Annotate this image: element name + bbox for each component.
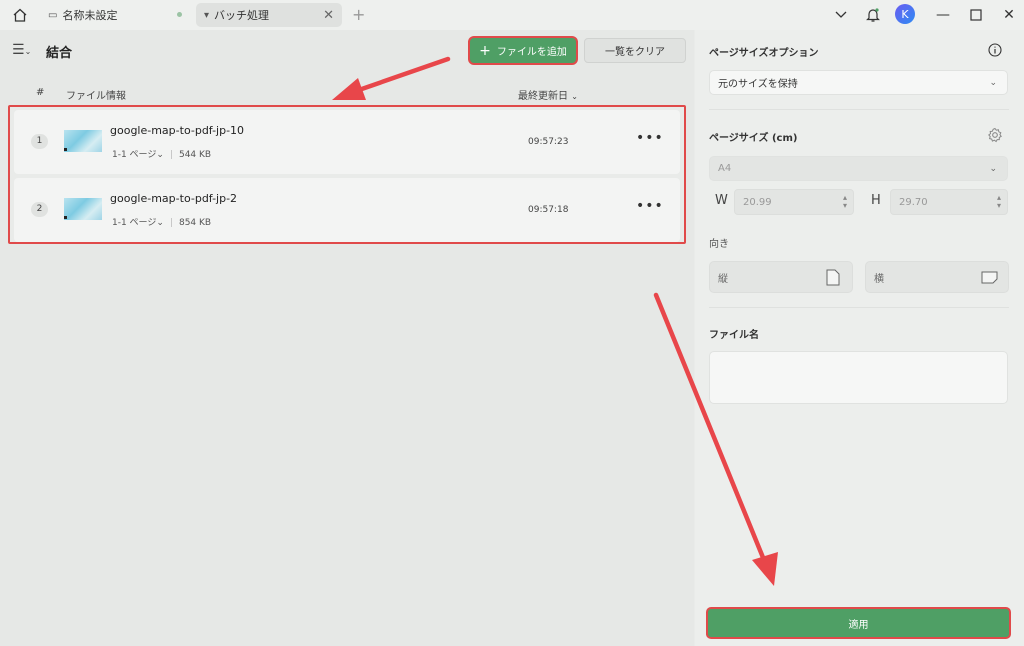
stepper-arrows-icon[interactable]: ▴ ▾ [997,194,1001,210]
info-icon[interactable] [988,42,1002,61]
height-input[interactable]: 29.70 ▴ ▾ [890,189,1008,215]
table-row[interactable]: 1 google-map-to-pdf-jp-10 1-1 ページ⌄ | 544 K… [14,110,680,174]
divider [709,109,1009,110]
page-size-option-value: 元のサイズを保持 [718,79,798,90]
tab-label: バッチ処理 [214,9,270,22]
landscape-page-icon [981,271,998,287]
unsaved-dot-icon [177,12,182,17]
close-tab-icon[interactable]: ✕ [323,8,334,23]
more-options-icon[interactable]: ••• [636,198,664,214]
page-range-select[interactable]: 1-1 ページ [112,150,156,160]
caret-down-icon: ▾ [204,9,210,21]
stepper-arrows-icon[interactable]: ▴ ▾ [843,194,847,210]
portrait-option[interactable]: 縦 [709,261,853,293]
landscape-option[interactable]: 横 [865,261,1009,293]
file-meta: 1-1 ページ⌄ | 544 KB [112,150,212,160]
bell-icon[interactable] [861,4,885,26]
file-thumbnail [64,130,102,152]
table-row[interactable]: 2 google-map-to-pdf-jp-2 1-1 ページ⌄ | 854 KB… [14,178,680,242]
chevron-down-icon: ⌄ [156,218,164,228]
add-file-button[interactable]: + ファイルを追加 [470,38,576,63]
page-size-option-select[interactable]: 元のサイズを保持 ⌄ [709,70,1008,95]
column-header-file-info: ファイル情報 [66,91,126,102]
add-file-label: ファイルを追加 [496,47,567,58]
page-size-option-title: ページサイズオプション [709,48,819,59]
comment-icon: ▭ [48,9,58,21]
tab-label: 名称未設定 [62,9,118,22]
minimize-icon[interactable]: — [931,4,955,26]
file-size: 544 KB [178,150,212,160]
column-header-modified[interactable]: 最終更新日 ⌄ [518,87,578,102]
filename-title: ファイル名 [709,330,759,341]
chevron-down-icon: ⌄ [156,150,164,160]
chevron-down-icon[interactable] [829,4,853,26]
chevron-down-icon: ⌄ [989,77,997,88]
tab-batch[interactable]: ▾ バッチ処理 ✕ [196,3,342,27]
orientation-title: 向き [709,239,729,250]
row-number: 1 [31,134,48,149]
chevron-down-icon: ⌄ [989,163,997,174]
gear-icon[interactable] [987,127,1003,147]
row-number: 2 [31,202,48,217]
modified-time: 09:57:23 [528,137,569,147]
width-label: W [715,193,728,208]
page-title: 結合 [46,46,73,61]
width-input[interactable]: 20.99 ▴ ▾ [734,189,854,215]
height-label: H [871,193,881,208]
portrait-page-icon [826,269,840,289]
more-options-icon[interactable]: ••• [636,130,664,146]
apply-button[interactable]: 適用 [708,609,1009,637]
tab-untitled[interactable]: ▭ 名称未設定 [40,3,190,27]
menu-icon[interactable]: ☰⌄ [12,42,31,58]
filename-input[interactable] [709,351,1008,404]
modified-time: 09:57:18 [528,205,569,215]
width-value: 20.99 [743,196,772,208]
new-tab-icon[interactable]: + [352,5,365,24]
home-icon[interactable] [8,5,32,25]
avatar[interactable]: K [895,4,915,24]
plus-icon: + [479,42,491,59]
landscape-label: 横 [874,273,884,285]
portrait-label: 縦 [718,273,728,285]
file-size: 854 KB [178,218,212,228]
maximize-icon[interactable] [964,4,988,26]
divider [709,307,1009,308]
column-header-modified-label: 最終更新日 [518,91,568,102]
clear-list-button[interactable]: 一覧をクリア [584,38,686,63]
file-name: google-map-to-pdf-jp-10 [110,124,245,137]
close-window-icon[interactable]: ✕ [997,4,1021,26]
column-header-index: # [36,87,45,98]
file-name: google-map-to-pdf-jp-2 [110,192,238,205]
page-size-title: ページサイズ (cm) [709,133,798,144]
page-range-select[interactable]: 1-1 ページ [112,218,156,228]
height-value: 29.70 [899,196,928,208]
file-meta: 1-1 ページ⌄ | 854 KB [112,218,212,228]
file-thumbnail [64,198,102,220]
paper-size-select[interactable]: A4 ⌄ [709,156,1008,181]
paper-size-value: A4 [718,163,732,174]
chevron-down-icon: ⌄ [571,92,578,101]
